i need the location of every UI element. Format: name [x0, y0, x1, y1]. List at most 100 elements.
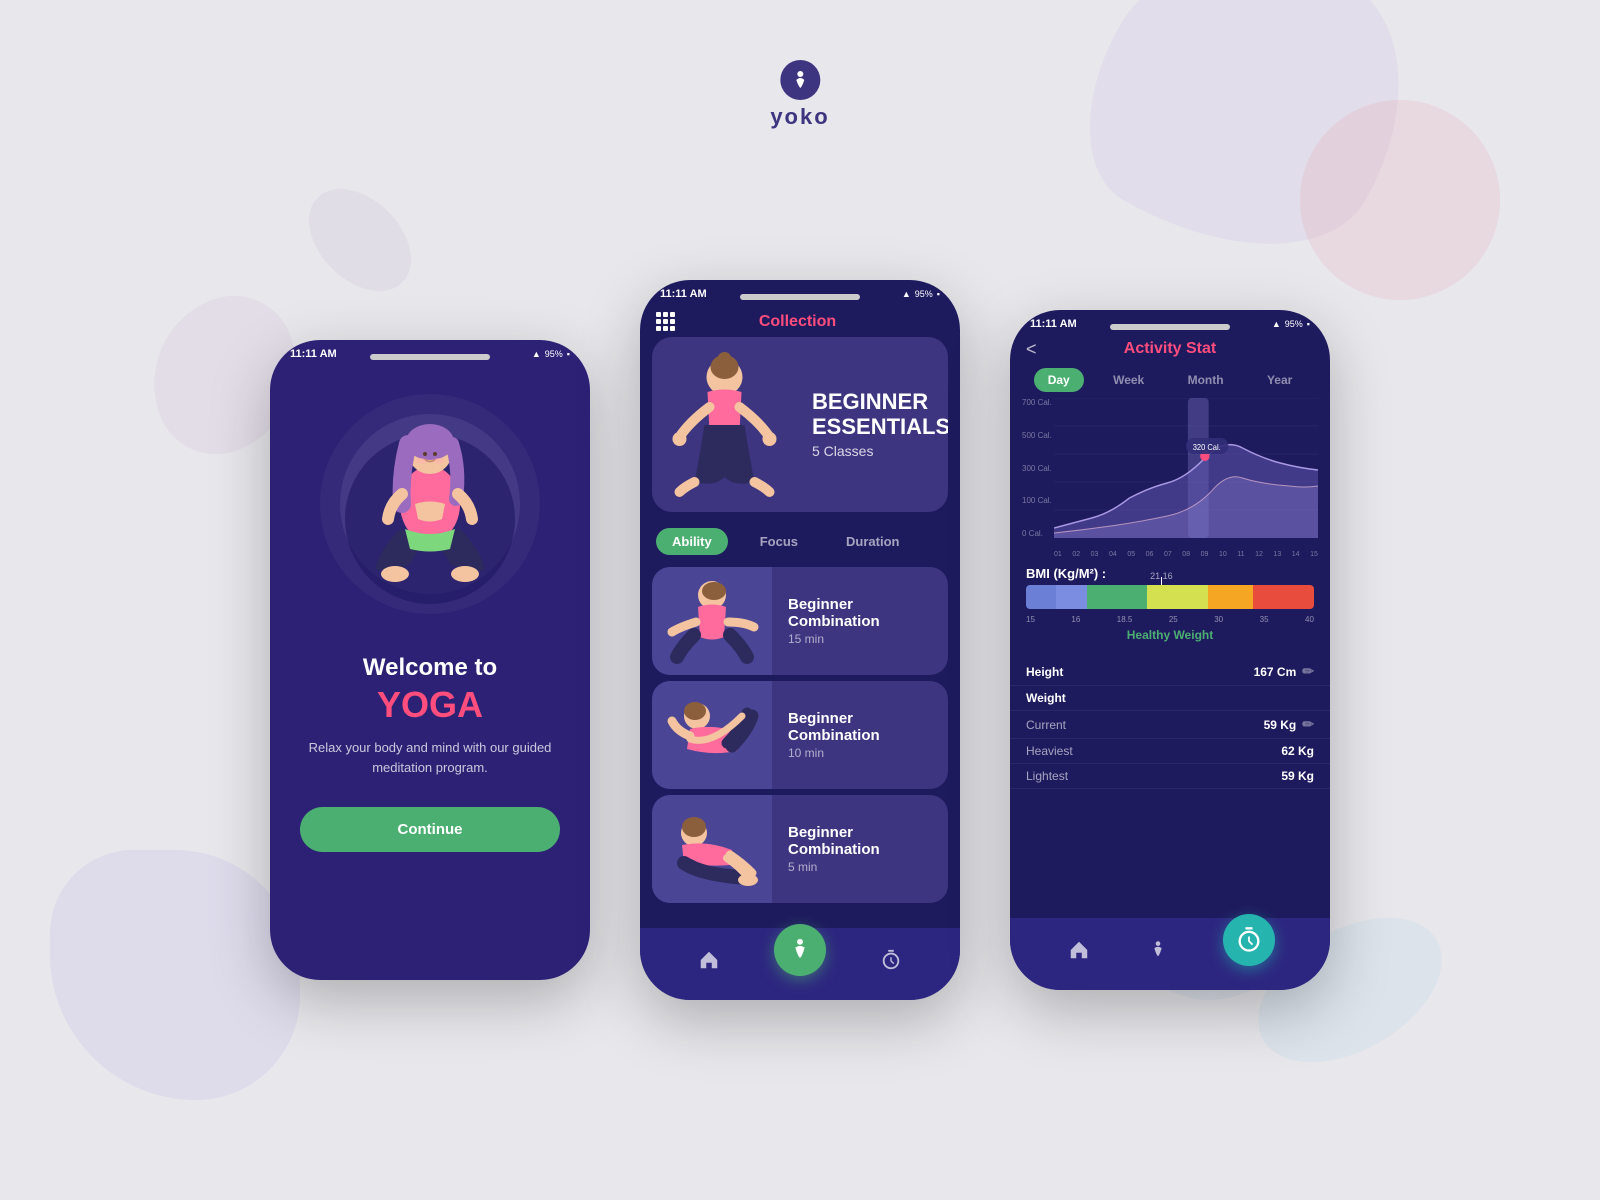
signal-icon: ▲: [532, 349, 541, 359]
heaviest-val-text: 62 Kg: [1281, 744, 1314, 758]
bmi-label-30: 30: [1214, 615, 1223, 624]
collection-title: Collection: [759, 313, 836, 331]
yoga-figure-svg: [320, 374, 540, 634]
weight-header-row: Weight: [1010, 686, 1330, 711]
signal-icon2: ▲: [902, 289, 911, 299]
phone1-status-icons: ▲ 95% ▪: [532, 349, 570, 359]
phone2-status-icons: ▲ 95% ▪: [902, 289, 940, 299]
x-14: 14: [1292, 551, 1300, 558]
period-tabs: Day Week Month Year: [1010, 362, 1330, 398]
bmi-label-25: 25: [1169, 615, 1178, 624]
class-card-2[interactable]: Beginner Combination 10 min: [652, 681, 948, 789]
period-year[interactable]: Year: [1253, 368, 1306, 392]
phone2-bottom-nav: [640, 928, 960, 1000]
logo-text: yoko: [770, 104, 829, 130]
period-week[interactable]: Week: [1099, 368, 1158, 392]
logo-area: yoko: [770, 60, 829, 130]
height-label: Height: [1026, 665, 1063, 679]
signal-icon3: ▲: [1272, 319, 1281, 329]
phone3-screen: 11:11 AM ▲ 95% ▪ < Activity Stat Day Wee…: [1010, 310, 1330, 990]
y-label-700: 700 Cal.: [1022, 398, 1052, 407]
class-card-2-image: [652, 681, 772, 789]
class-card-1-info: Beginner Combination 15 min: [772, 584, 948, 658]
back-button[interactable]: <: [1026, 339, 1037, 360]
y-label-100: 100 Cal.: [1022, 496, 1052, 505]
nav-yoga-3[interactable]: [1144, 936, 1172, 964]
banner-figure: [652, 337, 807, 512]
class-card-3-info: Beginner Combination 5 min: [772, 812, 948, 886]
chart-svg-area: 320 Cal.: [1054, 398, 1318, 538]
tab-ability[interactable]: Ability: [656, 528, 728, 555]
current-weight-label: Current: [1026, 718, 1066, 732]
battery-text2: 95%: [915, 289, 933, 299]
phone2-frame: 11:11 AM ▲ 95% ▪ Collection: [640, 280, 960, 1000]
bmi-value-area: 21.16: [1026, 585, 1314, 609]
tab-duration[interactable]: Duration: [830, 528, 915, 555]
collection-header: Collection: [640, 304, 960, 337]
x-15: 15: [1310, 551, 1318, 558]
class-card-3-duration: 5 min: [788, 860, 932, 874]
bmi-seg-6: [1253, 585, 1314, 609]
x-08: 08: [1182, 551, 1190, 558]
phone3-frame: 11:11 AM ▲ 95% ▪ < Activity Stat Day Wee…: [1010, 310, 1330, 990]
class-card-2-info: Beginner Combination 10 min: [772, 698, 948, 772]
nav-yoga-center-2[interactable]: [774, 924, 826, 976]
phone1-status-bar: 11:11 AM ▲ 95% ▪: [270, 340, 590, 364]
collection-banner[interactable]: BEGINNER ESSENTIALS 5 Classes: [652, 337, 948, 512]
bmi-label-40: 40: [1305, 615, 1314, 624]
activity-stat-title: Activity Stat: [1124, 340, 1216, 358]
x-03: 03: [1091, 551, 1099, 558]
x-12: 12: [1255, 551, 1263, 558]
x-01: 01: [1054, 551, 1062, 558]
page-container: 11:11 AM ▲ 95% ▪: [0, 0, 1600, 1200]
lightest-value: 59 Kg: [1281, 769, 1314, 783]
lightest-val-text: 59 Kg: [1281, 769, 1314, 783]
height-value: 167 Cm ✏: [1254, 663, 1314, 680]
heaviest-row: Heaviest 62 Kg: [1010, 739, 1330, 764]
bmi-status: Healthy Weight: [1026, 628, 1314, 642]
class-card-3[interactable]: Beginner Combination 5 min: [652, 795, 948, 903]
logo-icon: [780, 60, 820, 100]
battery-icon2: ▪: [937, 289, 940, 299]
class-card-2-title: Beginner Combination: [788, 710, 932, 744]
heaviest-value: 62 Kg: [1281, 744, 1314, 758]
current-edit-icon[interactable]: ✏: [1302, 716, 1314, 733]
battery-icon: ▪: [567, 349, 570, 359]
phone3-time: 11:11 AM: [1030, 318, 1077, 330]
x-04: 04: [1109, 551, 1117, 558]
tab-focus[interactable]: Focus: [744, 528, 814, 555]
lightest-label: Lightest: [1026, 769, 1068, 783]
current-weight-row: Current 59 Kg ✏: [1010, 711, 1330, 739]
class-card-1[interactable]: Beginner Combination 15 min: [652, 567, 948, 675]
bmi-seg-5: [1208, 585, 1253, 609]
height-row: Height 167 Cm ✏: [1010, 658, 1330, 686]
bmi-seg-3: [1087, 585, 1148, 609]
continue-button[interactable]: Continue: [300, 807, 560, 852]
bmi-section: BMI (Kg/M²) : 21.16: [1010, 558, 1330, 658]
banner-subtitle: 5 Classes: [812, 443, 948, 459]
x-07: 07: [1164, 551, 1172, 558]
nav-timer-active-3[interactable]: [1223, 914, 1275, 966]
grid-menu-icon[interactable]: [656, 312, 675, 331]
bmi-label-15: 15: [1026, 615, 1035, 624]
welcome-description: Relax your body and mind with our guided…: [300, 738, 560, 777]
pose-figure-3: [652, 795, 772, 903]
yoga-illustration: [320, 374, 540, 634]
phone1-time: 11:11 AM: [290, 348, 337, 360]
phone2-status-bar: 11:11 AM ▲ 95% ▪: [640, 280, 960, 304]
welcome-yoga-text: YOGA: [377, 684, 483, 726]
height-edit-icon[interactable]: ✏: [1302, 663, 1314, 680]
nav-timer-2[interactable]: [877, 946, 905, 974]
nav-home-3[interactable]: [1065, 936, 1093, 964]
pose-figure-2: [652, 681, 772, 789]
nav-home-2[interactable]: [695, 946, 723, 974]
phone1-screen: 11:11 AM ▲ 95% ▪: [270, 340, 590, 980]
bmi-labels: 15 16 18.5 25 30 35 40: [1026, 615, 1314, 624]
x-02: 02: [1072, 551, 1080, 558]
x-06: 06: [1146, 551, 1154, 558]
phone1-frame: 11:11 AM ▲ 95% ▪: [270, 340, 590, 980]
period-day[interactable]: Day: [1034, 368, 1084, 392]
phone2-screen: 11:11 AM ▲ 95% ▪ Collection: [640, 280, 960, 1000]
period-month[interactable]: Month: [1174, 368, 1238, 392]
welcome-content: Welcome to YOGA Relax your body and mind…: [270, 364, 590, 974]
